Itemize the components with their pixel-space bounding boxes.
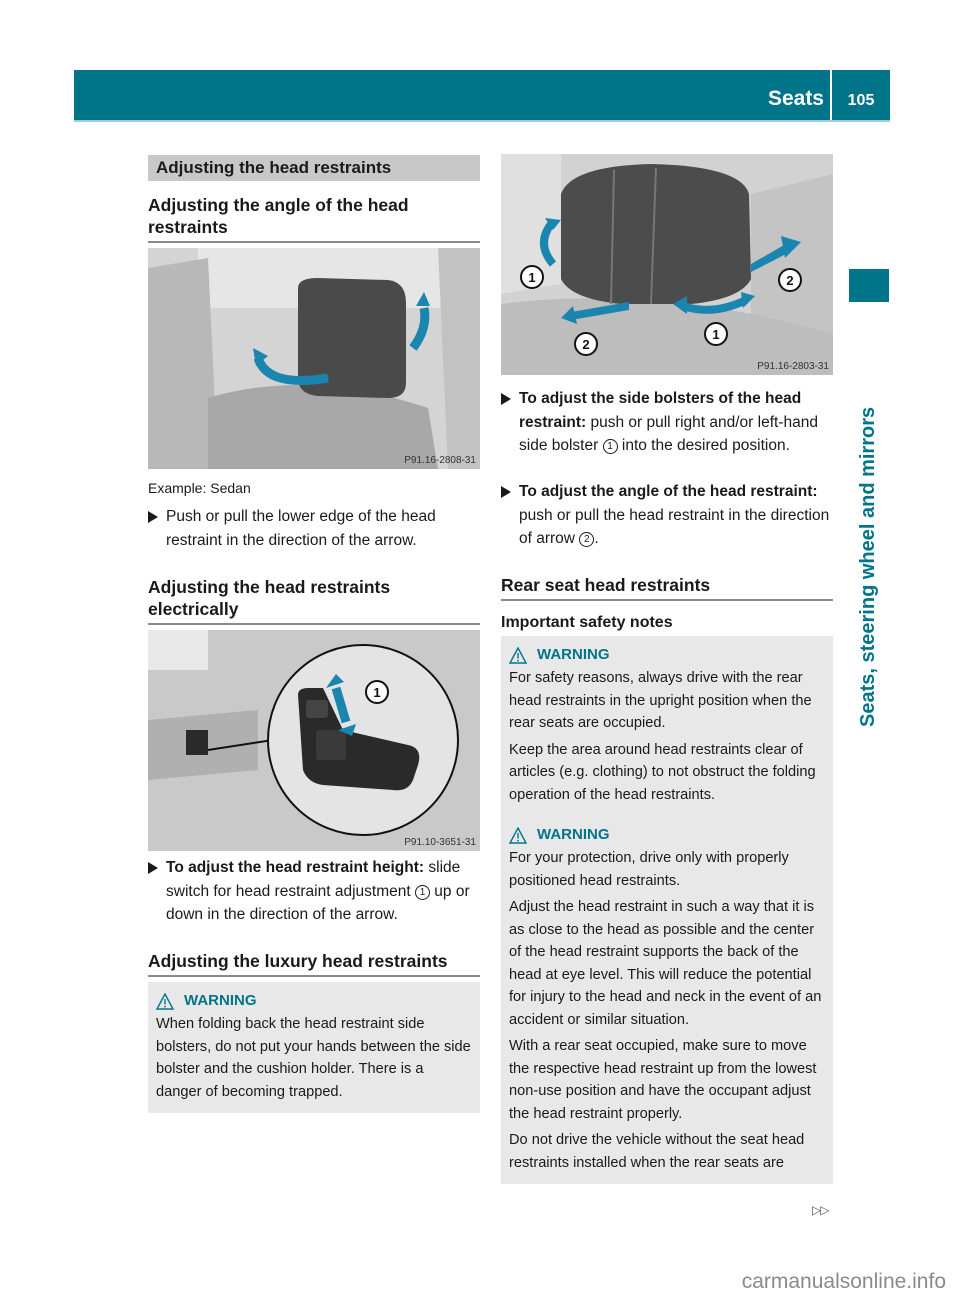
instruction-label: To adjust the angle of the head restrain… [519,483,818,500]
instruction-angle-luxury: To adjust the angle of the head restrain… [501,480,837,551]
ref-callout: 2 [579,532,595,547]
callout-1-bottom: 1 [712,327,719,342]
section-title: Seats [767,87,824,110]
side-tab-label: Seats, steering wheel and mirrors [857,406,879,727]
warning-text: Keep the area around head restraints cle… [509,741,816,803]
header-bar [74,70,830,120]
watermark: carmanualsonline.info [741,1270,946,1293]
page-header: Seats 105 [74,70,890,122]
figure-code: P91.10-3651-31 [404,837,476,848]
warning-text: For safety reasons, always drive with th… [509,670,812,731]
heading-electric: Adjusting the head restraints electrical… [148,576,480,625]
warning-header: WARNING [156,990,472,1012]
seat-switch-illustration: 1 [148,630,480,851]
bullet-arrow-icon [148,862,158,874]
figure-luxury-headrest: 1 2 1 2 P91.16-2803-31 [501,154,833,375]
warning-triangle-icon [156,992,174,1010]
instruction-text: push or pull the head restraint in the d… [519,506,830,548]
warning-header: WARNING [509,824,825,846]
warning-box: WARNING When folding back the head restr… [148,982,480,1113]
side-tab-marker [849,269,889,302]
callout-1: 1 [373,685,380,700]
warning-title: WARNING [184,991,257,1009]
subheading-safety: Important safety notes [501,614,673,631]
figure-code: P91.16-2803-31 [757,361,829,372]
instruction-text: . [594,530,599,547]
warning-box-2: WARNING For your protection, drive only … [501,816,833,1184]
warning-text: For your protection, drive only with pro… [509,850,789,889]
warning-triangle-icon [509,826,527,844]
ref-callout: 1 [602,439,618,454]
callout-2-right: 2 [786,273,793,288]
instruction-text: into the desired position. [617,437,790,454]
instruction-label: To adjust the head restraint height: [166,859,425,876]
warning-text: Adjust the head restraint in such a way … [509,899,822,1028]
bullet-arrow-icon [501,393,511,405]
section-bar: Adjusting the head restraints [148,155,480,181]
warning-text: When folding back the head restraint sid… [156,1016,471,1100]
figure-headrest-angle: P91.16-2808-31 [148,248,480,469]
instruction-side-bolsters: To adjust the side bolsters of the head … [501,387,837,458]
instruction-text: Push or pull the lower edge of the head … [166,508,436,549]
warning-title: WARNING [537,825,610,843]
continue-marker-icon: ▷▷ [812,1203,829,1217]
side-tab: Seats, steering wheel and mirrors [855,307,883,727]
page-number: 105 [847,92,875,109]
warning-text: With a rear seat occupied, make sure to … [509,1038,817,1122]
figure-code: P91.16-2808-31 [404,455,476,466]
bullet-arrow-icon [148,511,158,523]
instruction-angle: Push or pull the lower edge of the head … [148,505,480,552]
luxury-headrest-illustration: 1 2 1 2 [501,154,833,375]
headrest-angle-illustration [148,248,480,469]
bullet-arrow-icon [501,486,511,498]
warning-header: WARNING [509,644,825,666]
heading-rear: Rear seat head restraints [501,574,833,601]
figure-headrest-switch: 1 P91.10-3651-31 [148,630,480,851]
figure-caption: Example: Sedan [148,480,251,496]
warning-title: WARNING [537,645,610,663]
warning-box-1: WARNING For safety reasons, always drive… [501,636,833,816]
header-underline [74,120,890,122]
heading-luxury: Adjusting the luxury head restraints [148,950,480,977]
warning-text: Do not drive the vehicle without the sea… [509,1132,805,1171]
instruction-height: To adjust the head restraint height: sli… [148,856,484,927]
callout-2-bottom: 2 [582,337,589,352]
heading-angle: Adjusting the angle of the head restrain… [148,194,480,243]
callout-1-left: 1 [528,270,535,285]
warning-triangle-icon [509,646,527,664]
ref-callout: 1 [414,884,430,900]
